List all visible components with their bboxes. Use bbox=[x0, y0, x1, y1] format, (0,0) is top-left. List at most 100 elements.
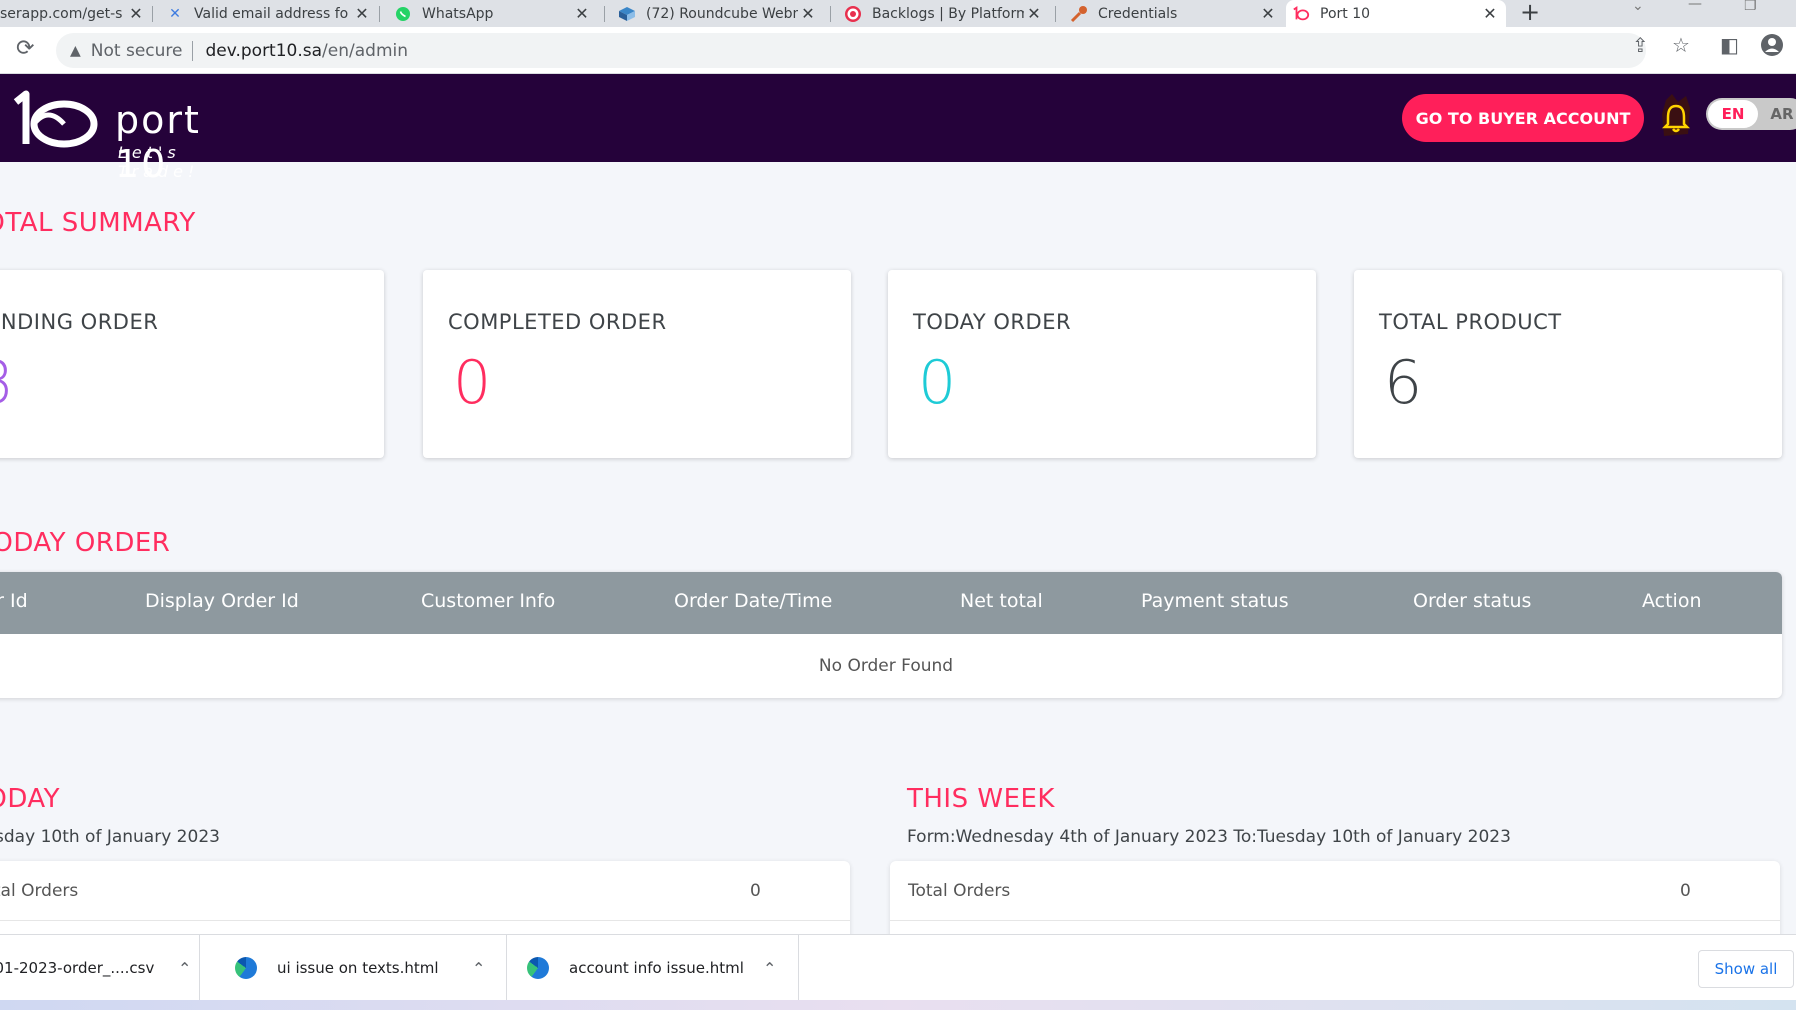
browser-toolbar: ⟳ ▲ Not secure dev.port10.sa/en/admin ⇪ … bbox=[0, 27, 1796, 74]
summary-card-products[interactable]: TOTAL PRODUCT 6 bbox=[1354, 270, 1782, 458]
tab-label: Credentials bbox=[1098, 5, 1178, 22]
stat-value: 0 bbox=[1680, 881, 1691, 901]
address-bar[interactable]: ▲ Not secure dev.port10.sa/en/admin bbox=[56, 33, 1646, 68]
summary-card-today[interactable]: TODAY ORDER 0 bbox=[888, 270, 1316, 458]
tab-label: (72) Roundcube Webm bbox=[646, 5, 798, 22]
column-header: Order status bbox=[1413, 590, 1532, 612]
download-shelf: 10-01-2023-order_....csv ⌃ ui issue on t… bbox=[0, 934, 1796, 1010]
browser-tab[interactable]: Backlogs | By Platform ✕ bbox=[838, 0, 1050, 27]
download-filename: account info issue.html bbox=[569, 959, 744, 977]
chevron-up-icon[interactable]: ⌃ bbox=[472, 959, 485, 978]
close-icon[interactable]: ✕ bbox=[1258, 4, 1278, 23]
summary-card-pending[interactable]: PENDING ORDER 3 bbox=[0, 270, 384, 458]
edge-browser-icon bbox=[235, 957, 257, 979]
tab-label: WhatsApp bbox=[422, 5, 494, 22]
roundcube-icon bbox=[618, 5, 636, 23]
download-item[interactable]: ui issue on texts.html ⌃ bbox=[215, 935, 507, 1001]
today-order-title: TODAY ORDER bbox=[0, 528, 171, 558]
app-header: port 10 Let's Trade! GO TO BUYER ACCOUNT… bbox=[0, 74, 1796, 186]
restore-icon[interactable]: ❐ bbox=[1744, 0, 1757, 14]
card-value: 6 bbox=[1384, 348, 1423, 418]
card-value: 0 bbox=[453, 348, 492, 418]
today-date: Tuesday 10th of January 2023 bbox=[0, 827, 220, 847]
close-icon[interactable]: ✕ bbox=[1480, 4, 1500, 23]
close-icon[interactable]: ✕ bbox=[572, 4, 592, 23]
card-label: PENDING ORDER bbox=[0, 310, 159, 334]
new-tab-icon[interactable]: + bbox=[1520, 0, 1540, 26]
chevron-up-icon[interactable]: ⌃ bbox=[763, 959, 776, 978]
table-header: Order Id Display Order Id Customer Info … bbox=[0, 572, 1782, 634]
close-icon[interactable]: ✕ bbox=[352, 4, 372, 23]
empty-state-text: No Order Found bbox=[818, 656, 954, 676]
profile-icon[interactable] bbox=[1760, 33, 1784, 62]
port10-logo[interactable]: port 10 Let's Trade! bbox=[12, 88, 252, 186]
whatsapp-icon bbox=[394, 5, 412, 23]
bookmark-star-icon[interactable]: ☆ bbox=[1672, 33, 1690, 57]
key-icon bbox=[1070, 5, 1088, 23]
tab-label: serapp.com/get-s bbox=[0, 5, 123, 22]
warning-icon[interactable]: ▲ bbox=[70, 43, 81, 59]
column-header: Customer Info bbox=[421, 590, 556, 612]
close-icon[interactable]: ✕ bbox=[798, 4, 818, 23]
close-icon[interactable]: ✕ bbox=[126, 4, 146, 23]
notification-bell-icon[interactable] bbox=[1658, 94, 1694, 138]
browser-tab[interactable]: ✕ Valid email address fo ✕ bbox=[160, 0, 378, 27]
card-label: COMPLETED ORDER bbox=[448, 310, 667, 334]
card-value: 3 bbox=[0, 348, 14, 418]
total-summary-title: TOTAL SUMMARY bbox=[0, 208, 196, 238]
url-host: dev.port10.sa bbox=[205, 40, 323, 61]
column-header: Order Date/Time bbox=[674, 590, 833, 612]
card-label: TODAY ORDER bbox=[913, 310, 1072, 334]
summary-card-completed[interactable]: COMPLETED ORDER 0 bbox=[423, 270, 851, 458]
column-header: Action bbox=[1642, 590, 1702, 612]
target-icon bbox=[844, 5, 862, 23]
today-orders-table: Order Id Display Order Id Customer Info … bbox=[0, 572, 1782, 698]
lang-en-option[interactable]: EN bbox=[1708, 100, 1758, 128]
card-label: TOTAL PRODUCT bbox=[1379, 310, 1562, 334]
column-header: Payment status bbox=[1141, 590, 1289, 612]
brand-tagline: Let's Trade! bbox=[118, 143, 200, 181]
browser-tab[interactable]: (72) Roundcube Webm ✕ bbox=[612, 0, 824, 27]
browser-tab[interactable]: WhatsApp ✕ bbox=[388, 0, 598, 27]
browser-tab[interactable]: Credentials ✕ bbox=[1064, 0, 1284, 27]
reload-icon[interactable]: ⟳ bbox=[16, 36, 34, 61]
tab-label: Valid email address fo bbox=[194, 5, 349, 22]
lang-ar-option[interactable]: AR bbox=[1762, 100, 1796, 128]
this-week-title: THIS WEEK bbox=[907, 784, 1055, 814]
language-toggle[interactable]: EN AR bbox=[1706, 98, 1796, 130]
edge-browser-icon bbox=[527, 957, 549, 979]
side-panel-icon[interactable]: ◧ bbox=[1720, 33, 1739, 57]
not-secure-label[interactable]: Not secure bbox=[91, 41, 183, 61]
download-item[interactable]: account info issue.html ⌃ bbox=[507, 935, 799, 1001]
today-stats-card: Total Orders 0 bbox=[0, 861, 850, 941]
stat-row: Total Orders 0 bbox=[890, 861, 1780, 921]
butterfly-icon: ✕ bbox=[169, 5, 181, 22]
close-icon[interactable]: ✕ bbox=[1024, 4, 1044, 23]
tab-label: Backlogs | By Platform bbox=[872, 5, 1024, 22]
port10-icon bbox=[1292, 5, 1310, 23]
minimize-icon[interactable]: — bbox=[1688, 0, 1702, 12]
taskbar-strip bbox=[0, 1000, 1796, 1010]
column-header: Order Id bbox=[0, 590, 28, 612]
browser-tab[interactable]: serapp.com/get-s ✕ bbox=[0, 0, 152, 27]
go-to-buyer-account-button[interactable]: GO TO BUYER ACCOUNT bbox=[1402, 94, 1644, 142]
url-path: /en/admin bbox=[322, 40, 409, 61]
share-icon[interactable]: ⇪ bbox=[1632, 33, 1649, 57]
browser-tab-strip: serapp.com/get-s ✕ ✕ Valid email address… bbox=[0, 0, 1796, 27]
card-value: 0 bbox=[918, 348, 957, 418]
show-all-downloads-button[interactable]: Show all bbox=[1698, 950, 1794, 988]
chevron-down-icon[interactable]: ⌄ bbox=[1632, 0, 1644, 14]
week-stats-card: Total Orders 0 bbox=[890, 861, 1780, 941]
tab-label: Port 10 bbox=[1320, 5, 1371, 22]
column-header: Display Order Id bbox=[145, 590, 299, 612]
week-date-range: Form:Wednesday 4th of January 2023 To:Tu… bbox=[907, 827, 1511, 847]
column-header: Net total bbox=[960, 590, 1043, 612]
stat-label: Total Orders bbox=[908, 881, 1011, 901]
today-title: TODAY bbox=[0, 784, 61, 814]
download-filename: ui issue on texts.html bbox=[277, 959, 439, 977]
browser-tab-active[interactable]: Port 10 ✕ bbox=[1286, 0, 1506, 27]
download-filename: 10-01-2023-order_....csv bbox=[0, 959, 155, 977]
download-item[interactable]: 10-01-2023-order_....csv ⌃ bbox=[0, 935, 200, 1001]
stat-row: Total Orders 0 bbox=[0, 861, 850, 921]
chevron-up-icon[interactable]: ⌃ bbox=[178, 959, 191, 978]
